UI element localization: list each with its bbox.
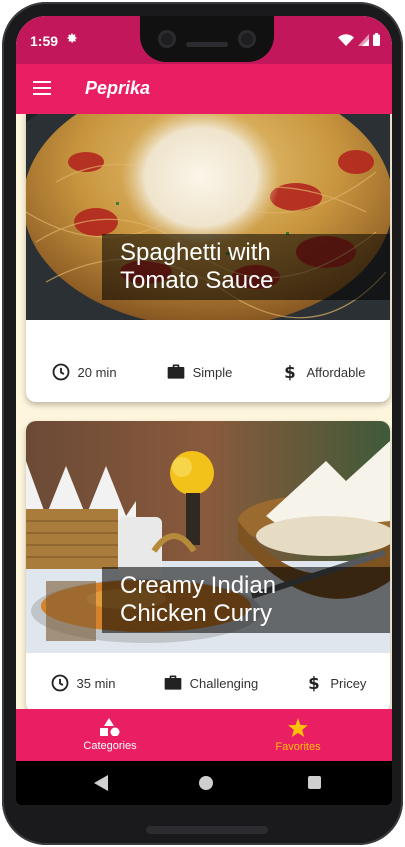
- meal-title-line: Spaghetti with: [120, 239, 271, 266]
- meal-title: Spaghetti with Tomato Sauce: [102, 234, 390, 300]
- wifi-icon: [338, 33, 354, 46]
- duration-text: 35 min: [76, 675, 116, 691]
- nav-item-categories[interactable]: Categories: [16, 709, 204, 761]
- duration-info: 35 min: [50, 673, 116, 693]
- shapes-icon: [100, 718, 120, 736]
- dollar-icon: $: [308, 674, 320, 693]
- meal-image-curry: Creamy Indian Chicken Curry: [26, 421, 390, 653]
- affordability-text: Pricey: [330, 675, 367, 691]
- signal-icon: [358, 33, 369, 46]
- complexity-info: Challenging: [163, 673, 259, 693]
- clock-icon: [52, 363, 69, 381]
- app-bar: Peprika: [16, 64, 392, 114]
- battery-icon: [373, 33, 380, 46]
- svg-text:$: $: [285, 363, 297, 382]
- nav-label-categories: Categories: [83, 740, 137, 752]
- meal-title: Creamy Indian Chicken Curry: [102, 567, 390, 633]
- system-nav-bar: [16, 761, 392, 805]
- clock-icon: [51, 674, 68, 692]
- meal-list[interactable]: Spaghetti with Tomato Sauce 20 min Simpl…: [16, 114, 392, 709]
- meal-title-line: Creamy Indian: [120, 572, 277, 599]
- status-icons: [338, 33, 380, 46]
- back-icon[interactable]: [94, 775, 108, 791]
- star-icon: [288, 717, 308, 737]
- phone-frame: 1:59 Peprika Spaghetti with Tomato Sauce…: [2, 2, 403, 845]
- app-title: Peprika: [85, 78, 151, 98]
- camera-notch: [140, 16, 274, 62]
- screen: 1:59 Peprika Spaghetti with Tomato Sauce…: [16, 16, 392, 805]
- svg-text:$: $: [308, 674, 320, 693]
- status-time: 1:59: [30, 33, 59, 49]
- gear-icon: [67, 33, 77, 43]
- recent-apps-icon[interactable]: [308, 776, 321, 789]
- earpiece-speaker: [186, 42, 228, 47]
- complexity-info: Simple: [166, 362, 233, 382]
- bottom-speaker: [146, 826, 268, 834]
- dollar-icon: $: [285, 363, 297, 382]
- complexity-text: Challenging: [189, 675, 259, 691]
- front-sensor-icon: [238, 30, 256, 48]
- hamburger-menu-icon[interactable]: [33, 81, 51, 95]
- briefcase-icon: [167, 364, 184, 379]
- home-icon[interactable]: [199, 776, 213, 790]
- nav-item-favorites[interactable]: Favorites: [204, 709, 392, 761]
- complexity-text: Simple: [192, 364, 233, 380]
- duration-info: 20 min: [51, 362, 117, 382]
- bottom-navigation: Categories Favorites: [16, 709, 392, 761]
- meal-card[interactable]: Spaghetti with Tomato Sauce 20 min Simpl…: [26, 114, 390, 402]
- meal-info-row: 20 min Simple $ Affordable: [26, 342, 390, 402]
- nav-label-favorites: Favorites: [275, 740, 321, 753]
- front-camera-icon: [158, 30, 176, 48]
- meal-card[interactable]: Creamy Indian Chicken Curry 35 min Chall…: [26, 421, 390, 709]
- meal-title-line: Tomato Sauce: [120, 267, 274, 294]
- briefcase-icon: [164, 675, 181, 690]
- meal-title-line: Chicken Curry: [120, 600, 273, 627]
- duration-text: 20 min: [77, 364, 117, 380]
- meal-image-spaghetti: Spaghetti with Tomato Sauce: [26, 114, 390, 320]
- meal-info-row: 35 min Challenging $ Pricey: [26, 653, 390, 709]
- affordability-info: $ Affordable: [281, 362, 366, 382]
- affordability-text: Affordable: [306, 364, 366, 380]
- affordability-info: $ Pricey: [305, 673, 366, 693]
